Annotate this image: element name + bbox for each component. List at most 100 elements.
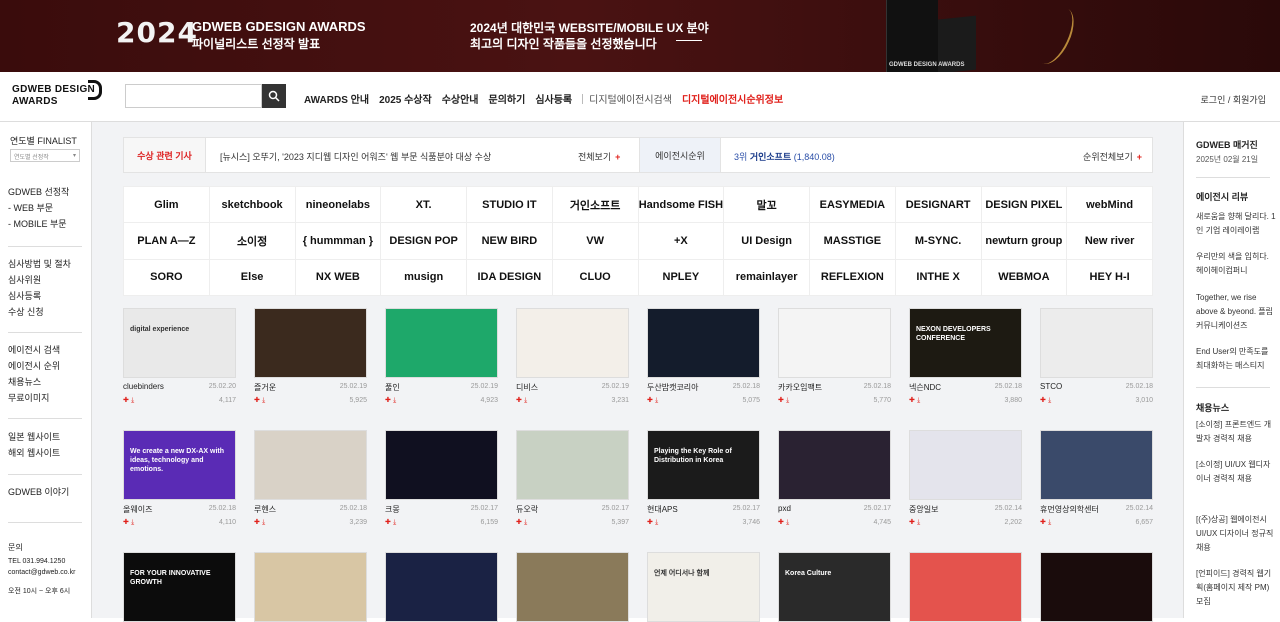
winner-card[interactable]: 루헨스 25.02.18 3,239 ✚ ⤓: [254, 430, 367, 526]
sidebar-item-process[interactable]: 심사방법 및 절차: [8, 256, 71, 272]
like-download-icons[interactable]: ✚ ⤓: [385, 396, 396, 405]
like-download-icons[interactable]: ✚ ⤓: [909, 396, 920, 405]
winner-card[interactable]: digital experience cluebinders 25.02.20 4,1…: [123, 308, 236, 404]
winner-thumbnail[interactable]: [254, 308, 367, 378]
agency-logo[interactable]: 소이정: [209, 223, 296, 260]
winner-thumbnail[interactable]: [909, 430, 1022, 500]
winner-thumbnail[interactable]: [1040, 552, 1153, 622]
agency-logo[interactable]: sketchbook: [209, 187, 296, 224]
agency-logo[interactable]: Else: [209, 259, 296, 296]
winner-card[interactable]: We create a new DX-AX with ideas, techno…: [123, 430, 236, 526]
winner-card[interactable]: 크몽 25.02.17 6,159 ✚ ⤓: [385, 430, 498, 526]
magazine-title[interactable]: GDWEB 매거진: [1196, 138, 1258, 151]
winner-card[interactable]: pxd 25.02.17 4,745 ✚ ⤓: [778, 430, 891, 526]
winner-thumbnail[interactable]: [385, 430, 498, 500]
sidebar-item-judges[interactable]: 심사위원: [8, 272, 71, 288]
agency-logo[interactable]: Glim: [124, 187, 210, 224]
winner-thumbnail[interactable]: [778, 308, 891, 378]
top-banner[interactable]: 2024 GDWEB GDESIGN AWARDS 파이널리스트 선정작 발표 …: [0, 0, 1280, 72]
agency-logo[interactable]: NEW BIRD: [467, 223, 553, 260]
agency-logo[interactable]: { hummman }: [295, 223, 382, 260]
winner-thumbnail[interactable]: [516, 552, 629, 622]
agency-logo[interactable]: PLAN A—Z: [124, 223, 210, 260]
agency-logo[interactable]: XT.: [381, 187, 467, 224]
agency-logo[interactable]: DESIGN PIXEL: [981, 187, 1068, 224]
nav-2025-winners[interactable]: 2025 수상작: [379, 91, 432, 106]
agency-logo[interactable]: Handsome FISH: [638, 187, 725, 224]
join-link[interactable]: 회원가입: [1233, 95, 1266, 105]
sidebar-item-jobs[interactable]: 채용뉴스: [8, 374, 60, 390]
sidebar-item-web[interactable]: - WEB 부문: [8, 200, 69, 216]
sidebar-item-apply[interactable]: 수상 신청: [8, 304, 71, 320]
agency-logo[interactable]: REFLEXION: [810, 259, 896, 296]
winner-card[interactable]: Playing the Key Role of Distribution in …: [647, 430, 760, 526]
winner-card[interactable]: 카카오임팩트 25.02.18 5,770 ✚ ⤓: [778, 308, 891, 404]
nav-award-guide[interactable]: 수상안내: [442, 91, 479, 106]
winner-thumbnail[interactable]: [1040, 308, 1153, 378]
winner-thumbnail[interactable]: [385, 552, 498, 622]
agency-logo[interactable]: INTHE X: [895, 259, 982, 296]
job-item[interactable]: [소이정] 프론트엔드 개발자 경력직 채용: [1196, 418, 1276, 446]
sidebar-item-agency-search[interactable]: 에이전시 검색: [8, 342, 60, 358]
like-download-icons[interactable]: ✚ ⤓: [516, 396, 527, 405]
site-logo[interactable]: GDWEB DESIGN AWARDS: [12, 84, 95, 108]
agency-logo[interactable]: nineonelabs: [295, 187, 382, 224]
winner-card[interactable]: [1040, 552, 1153, 622]
winner-card[interactable]: 언제 어디서나 함께: [647, 552, 760, 622]
winner-card[interactable]: 두산밥캣코리아 25.02.18 5,075 ✚ ⤓: [647, 308, 760, 404]
sidebar-item-register[interactable]: 심사등록: [8, 288, 71, 304]
agency-logo[interactable]: HEY H-I: [1067, 259, 1153, 296]
winner-card[interactable]: 디비스 25.02.19 3,231 ✚ ⤓: [516, 308, 629, 404]
winner-card[interactable]: FOR YOUR INNOVATIVE GROWTH: [123, 552, 236, 622]
rank-more-button[interactable]: 순위전체보기 +: [1083, 150, 1142, 163]
winner-card[interactable]: [254, 552, 367, 622]
agency-logo[interactable]: UI Design: [724, 223, 810, 260]
agency-logo[interactable]: remainlayer: [724, 259, 810, 296]
winner-card[interactable]: STCO 25.02.18 3,010 ✚ ⤓: [1040, 308, 1153, 404]
winner-thumbnail[interactable]: [254, 552, 367, 622]
nav-agency-search[interactable]: 디지털에이전시검색: [589, 91, 672, 106]
login-link[interactable]: 로그인: [1201, 95, 1226, 105]
winner-card[interactable]: 휴먼영상의학센터 25.02.14 6,657 ✚ ⤓: [1040, 430, 1153, 526]
sidebar-item-story[interactable]: GDWEB 이야기: [8, 484, 69, 500]
job-item[interactable]: [(주)상공] 웹에이전시 UI/UX 디자이너 정규직 채용: [1196, 513, 1276, 555]
agency-logo[interactable]: NPLEY: [638, 259, 725, 296]
search-input[interactable]: [125, 84, 262, 108]
winner-thumbnail[interactable]: Playing the Key Role of Distribution in …: [647, 430, 760, 500]
like-download-icons[interactable]: ✚ ⤓: [516, 518, 527, 527]
review-item[interactable]: 새로움을 향해 달리다. 1인 기업 레이레이랩: [1196, 210, 1276, 238]
like-download-icons[interactable]: ✚ ⤓: [123, 518, 134, 527]
like-download-icons[interactable]: ✚ ⤓: [778, 396, 789, 405]
like-download-icons[interactable]: ✚ ⤓: [909, 518, 920, 527]
review-item[interactable]: Together, we rise above & byeond. 플립커뮤니케…: [1196, 291, 1276, 333]
winner-thumbnail[interactable]: [909, 552, 1022, 622]
agency-logo[interactable]: WEBMOA: [981, 259, 1068, 296]
job-item[interactable]: [언피이드] 경력직 웹기획(홈페이지 제작 PM) 모집: [1196, 567, 1276, 609]
winner-thumbnail[interactable]: Korea Culture: [778, 552, 891, 622]
like-download-icons[interactable]: ✚ ⤓: [647, 518, 658, 527]
winner-card[interactable]: 듀오락 25.02.17 5,397 ✚ ⤓: [516, 430, 629, 526]
like-download-icons[interactable]: ✚ ⤓: [778, 518, 789, 527]
nav-awards-info[interactable]: AWARDS 안내: [304, 91, 369, 106]
agency-logo[interactable]: CLUO: [552, 259, 639, 296]
sidebar-item-overseas-sites[interactable]: 해외 웹사이트: [8, 445, 60, 461]
agency-logo[interactable]: +X: [638, 223, 725, 260]
winner-thumbnail[interactable]: [254, 430, 367, 500]
winner-card[interactable]: [909, 552, 1022, 622]
like-download-icons[interactable]: ✚ ⤓: [1040, 396, 1051, 405]
agency-logo[interactable]: 말꼬: [724, 187, 810, 224]
winner-thumbnail[interactable]: FOR YOUR INNOVATIVE GROWTH: [123, 552, 236, 622]
winner-thumbnail[interactable]: [385, 308, 498, 378]
agency-logo[interactable]: DESIGN POP: [381, 223, 467, 260]
like-download-icons[interactable]: ✚ ⤓: [385, 518, 396, 527]
winner-card[interactable]: Korea Culture: [778, 552, 891, 622]
agency-logo[interactable]: webMind: [1067, 187, 1153, 224]
sidebar-item-japan-sites[interactable]: 일본 웹사이트: [8, 429, 60, 445]
news-headline[interactable]: [뉴시스] 오뚜기, '2023 지디웹 디자인 어워즈' 웹 부문 식품분야 …: [220, 150, 491, 163]
winner-card[interactable]: [516, 552, 629, 622]
winner-thumbnail[interactable]: [516, 430, 629, 500]
agency-logo[interactable]: IDA DESIGN: [467, 259, 553, 296]
winner-card[interactable]: 풀인 25.02.19 4,923 ✚ ⤓: [385, 308, 498, 404]
sidebar-item-mobile[interactable]: - MOBILE 부문: [8, 216, 69, 232]
agency-logo[interactable]: 거인소프트: [552, 187, 639, 224]
